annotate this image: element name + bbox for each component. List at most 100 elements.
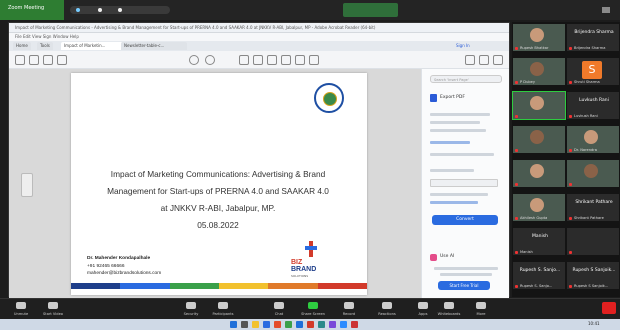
participant-tile[interactable]	[567, 228, 619, 255]
participant-name: Dr. Narendra	[574, 148, 597, 152]
more-button[interactable]: More	[464, 301, 498, 318]
reactions-icon	[382, 302, 392, 309]
panel-link[interactable]	[430, 201, 478, 204]
record-icon	[118, 8, 122, 12]
control-label: Record	[342, 312, 356, 316]
highlight-icon[interactable]	[267, 55, 277, 65]
participant-name-large: Shrikant Pathare	[575, 200, 613, 205]
tab-active-document[interactable]: Impact of Marketin...	[61, 42, 123, 50]
color-stripe	[71, 283, 121, 289]
panel-text	[430, 193, 488, 196]
slide-color-bar	[71, 283, 367, 289]
control-label: Reactions	[378, 312, 396, 316]
participant-tile[interactable]	[567, 160, 619, 187]
participant-tile[interactable]: Akhilesh Gupta	[513, 194, 565, 221]
mail-icon[interactable]	[479, 55, 489, 65]
tab-home[interactable]: Home	[13, 42, 31, 50]
participant-tile[interactable]: Brijendra Sharma Brijendra Sharma	[567, 24, 619, 51]
taskbar-app-icon[interactable]	[318, 321, 325, 328]
participant-tile[interactable]: Rupesh S. Sanjo... Rupesh S. Sanjo...	[513, 262, 565, 289]
participant-video	[530, 28, 544, 42]
participant-tile[interactable]	[513, 126, 565, 153]
sign-icon[interactable]	[309, 55, 319, 65]
participant-tile[interactable]	[513, 160, 565, 187]
muted-mic-icon	[569, 251, 572, 254]
view-pill[interactable]	[70, 6, 170, 14]
zoom-icon[interactable]	[57, 55, 67, 65]
whiteboard-button[interactable]: Whiteboards	[432, 301, 466, 318]
reactions-button[interactable]: Reactions	[370, 301, 404, 318]
participant-tile[interactable]: Luvkush Rani Luvkush Rani	[567, 92, 619, 119]
pen-icon[interactable]	[253, 55, 263, 65]
taskbar-app-icon[interactable]	[340, 321, 347, 328]
participants-button[interactable]: Participants	[206, 301, 240, 318]
tab-second-document[interactable]: Newsletter-table-c...	[121, 42, 187, 50]
mic-icon	[16, 302, 26, 309]
export-pdf-label: Export PDF	[440, 95, 465, 100]
share-icon[interactable]	[465, 55, 475, 65]
brand-cross-icon	[305, 241, 317, 257]
tools-search-input[interactable]: Search 'Insert Page'	[430, 75, 502, 83]
participant-tile[interactable]: Shrikant Pathare Shrikant Pathare	[567, 194, 619, 221]
taskbar-app-icon[interactable]	[285, 321, 292, 328]
control-label: Unmute	[13, 312, 29, 316]
participant-tile[interactable]: P Dubey	[513, 58, 565, 85]
taskbar-app-icon[interactable]	[230, 321, 237, 328]
participant-video	[530, 62, 544, 76]
taskbar-app-icon[interactable]	[296, 321, 303, 328]
acrobat-menu-bar[interactable]: File Edit View Sign Window Help	[9, 33, 509, 41]
participant-tile[interactable]: S Shruti Sharma	[567, 58, 619, 85]
participant-gallery[interactable]: Rupesh Bhatkar Brijendra Sharma Brijendra …	[512, 22, 620, 297]
taskbar-app-icon[interactable]	[252, 321, 259, 328]
acrobat-toolbar	[9, 51, 509, 69]
record-button[interactable]: Record	[332, 301, 366, 318]
pdf-page[interactable]: Impact of Marketing Communications: Adve…	[71, 73, 367, 295]
print-icon[interactable]	[43, 55, 53, 65]
taskbar-app-icon[interactable]	[274, 321, 281, 328]
undo-icon[interactable]	[281, 55, 291, 65]
taskbar-app-icon[interactable]	[263, 321, 270, 328]
taskbar-app-icon[interactable]	[241, 321, 248, 328]
taskbar-app-icon[interactable]	[307, 321, 314, 328]
end-meeting-button[interactable]	[602, 302, 616, 314]
chat-button[interactable]: Chat	[262, 301, 296, 318]
page-nav-left-icon[interactable]	[21, 173, 33, 197]
mic-button[interactable]: Unmute	[4, 301, 38, 318]
participant-tile[interactable]	[512, 91, 566, 120]
muted-mic-icon	[569, 285, 572, 288]
stamp-icon[interactable]	[295, 55, 305, 65]
slide-title-line: at JNKKV R-ABI, Jabalpur, MP.	[160, 203, 276, 213]
video-button[interactable]: Start Video	[36, 301, 70, 318]
zoom-meeting-label[interactable]: Zoom Meeting	[0, 0, 64, 20]
menu-items[interactable]: File Edit View Sign Window Help	[15, 34, 79, 39]
participant-tile[interactable]: Rupesh Bhatkar	[513, 24, 565, 51]
comment-icon[interactable]	[239, 55, 249, 65]
ai-assistant-tool[interactable]: Use AI	[430, 253, 500, 263]
share-screen-button[interactable]: Share Screen	[296, 301, 330, 318]
taskbar-app-icon[interactable]	[329, 321, 336, 328]
record-icon	[344, 302, 354, 309]
participant-tile[interactable]: Rupesh S Sanjoik... Rupesh S Sanjoik...	[567, 262, 619, 289]
more-icon[interactable]	[493, 55, 503, 65]
participant-tile[interactable]: Dr. Narendra	[567, 126, 619, 153]
sign-in-link[interactable]: Sign In	[453, 42, 473, 50]
tab-tools[interactable]: Tools	[37, 42, 53, 50]
participant-video	[530, 164, 544, 178]
bookmark-icon[interactable]	[29, 55, 39, 65]
format-select[interactable]	[430, 179, 498, 187]
participant-tile[interactable]: Manish Manish	[513, 228, 565, 255]
hand-tool-icon[interactable]	[205, 55, 215, 65]
free-trial-button[interactable]: Start Free Trial	[438, 281, 490, 290]
taskbar-app-icon[interactable]	[351, 321, 358, 328]
chat-icon	[274, 302, 284, 309]
whiteboard-icon	[444, 302, 454, 309]
muted-mic-icon	[515, 217, 518, 220]
shield-button[interactable]: Security	[174, 301, 208, 318]
export-pdf-tool[interactable]: Export PDF	[430, 93, 490, 103]
home-icon[interactable]	[15, 55, 25, 65]
participants-icon	[218, 302, 228, 309]
panel-link[interactable]	[430, 141, 470, 144]
convert-button[interactable]: Convert	[432, 215, 498, 225]
select-cursor-icon[interactable]	[189, 55, 199, 65]
view-grid-icon[interactable]	[602, 7, 610, 13]
